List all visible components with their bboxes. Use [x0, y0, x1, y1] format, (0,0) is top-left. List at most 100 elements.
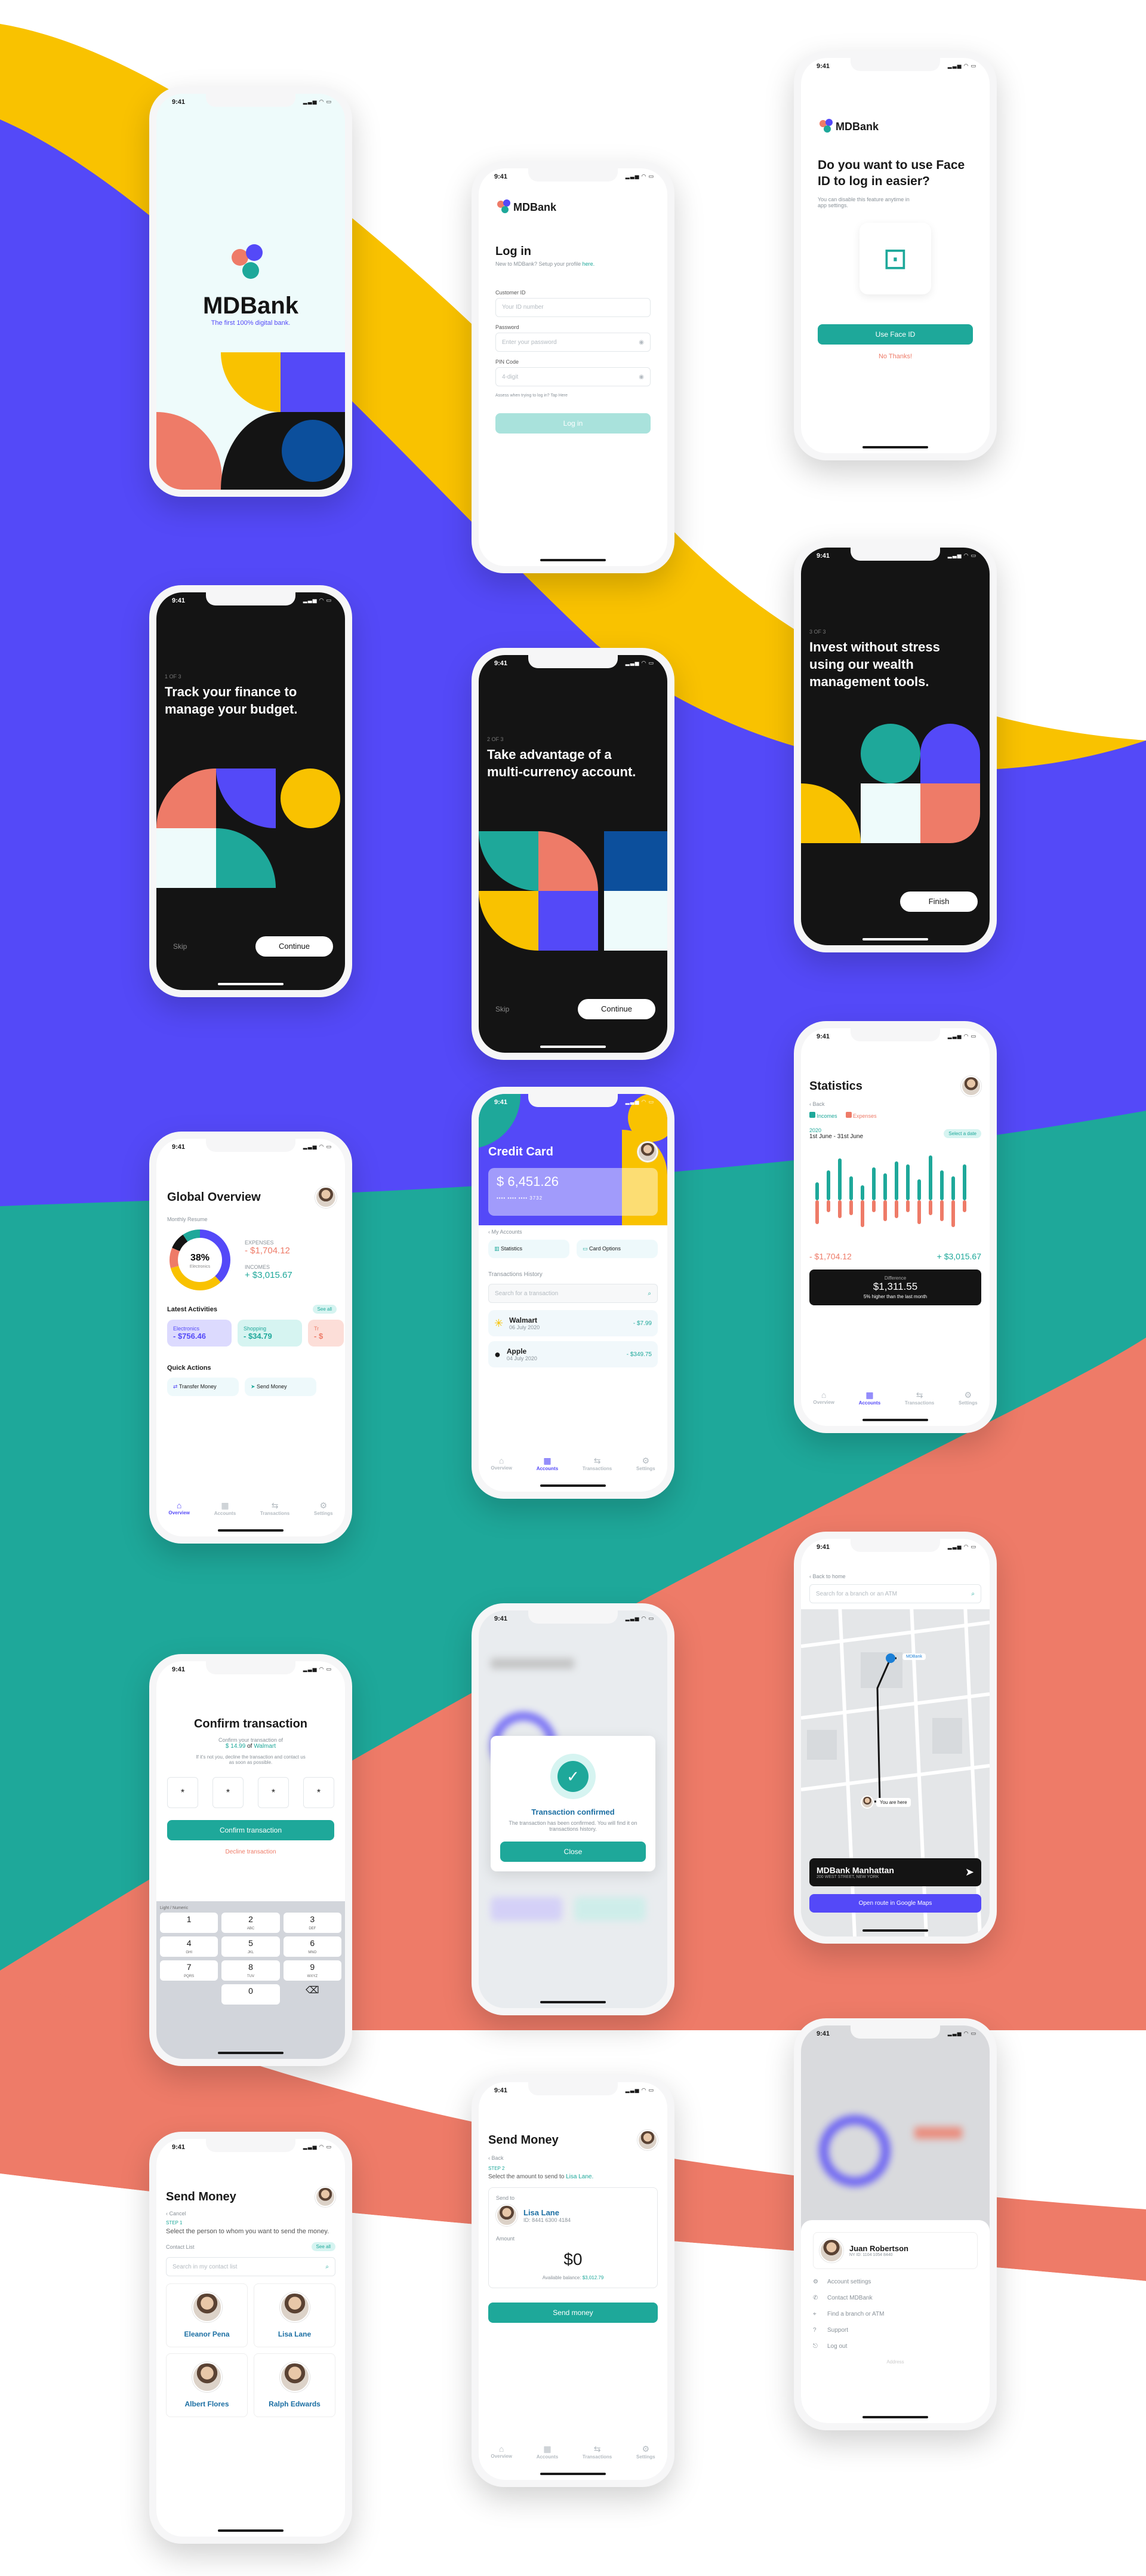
- skip-button[interactable]: Skip: [173, 942, 187, 951]
- activity-card[interactable]: Tr - $: [308, 1320, 344, 1347]
- card-options-button[interactable]: ▭ Card Options: [577, 1240, 658, 1258]
- password-field[interactable]: Enter your password ◉: [495, 333, 651, 352]
- see-all-button[interactable]: See all: [312, 1305, 337, 1314]
- back-link[interactable]: ‹ My Accounts: [488, 1229, 658, 1235]
- avatar[interactable]: [637, 2130, 658, 2150]
- menu-account-settings[interactable]: ⚙ Account settings: [813, 2279, 978, 2285]
- transfer-money-button[interactable]: ⇄ Transfer Money: [167, 1378, 239, 1396]
- tab-accounts[interactable]: ▦ Accounts: [214, 1501, 236, 1524]
- pin-digit[interactable]: *: [303, 1777, 334, 1808]
- tab-transactions[interactable]: ⇆ Transactions: [583, 1456, 612, 1480]
- activity-card[interactable]: Shopping - $34.79: [238, 1320, 302, 1347]
- see-all-button[interactable]: See all: [311, 2242, 335, 2251]
- key-5[interactable]: 5 JKL: [221, 1936, 280, 1957]
- pin-digit[interactable]: *: [167, 1777, 198, 1808]
- branch-search[interactable]: Search for a branch or an ATM ⌕: [809, 1584, 981, 1603]
- profile-card[interactable]: Juan Robertson NY ID: 1104 1054 8440: [813, 2232, 978, 2269]
- signup-link[interactable]: here.: [583, 261, 595, 267]
- contact-card[interactable]: Eleanor Pena: [166, 2283, 248, 2347]
- avatar[interactable]: [315, 1186, 337, 1208]
- tab-transactions[interactable]: ⇆ Transactions: [260, 1501, 289, 1524]
- key-0[interactable]: 0: [221, 1984, 280, 2005]
- tab-overview[interactable]: ⌂ Overview: [491, 2444, 512, 2468]
- backspace-icon[interactable]: ⌫: [284, 1984, 341, 2005]
- pin-digit[interactable]: *: [258, 1777, 289, 1808]
- expenses-label: EXPENSES: [245, 1240, 274, 1246]
- contact-card[interactable]: Lisa Lane: [254, 2283, 335, 2347]
- back-link[interactable]: ‹ Back: [809, 1101, 981, 1107]
- tab-transactions[interactable]: ⇆ Transactions: [905, 1390, 934, 1414]
- key-7[interactable]: 7 PQRS: [160, 1960, 218, 1981]
- legend-expenses[interactable]: Expenses: [845, 1112, 877, 1119]
- branch-card[interactable]: MDBank Manhattan 200 WEST STREET, NEW YOR…: [809, 1858, 981, 1886]
- continue-button[interactable]: Continue: [255, 936, 333, 957]
- tab-accounts[interactable]: ▦ Accounts: [859, 1390, 880, 1414]
- tab-settings[interactable]: ⚙ Settings: [636, 1456, 655, 1480]
- tab-accounts[interactable]: ▦ Accounts: [537, 1456, 558, 1480]
- help-link[interactable]: Assess when trying to log in? Tap Here: [495, 394, 651, 398]
- expense-bar: [872, 1200, 876, 1212]
- menu-logout[interactable]: ⎋ Log out: [813, 2343, 978, 2350]
- credit-card[interactable]: $ 6,451.26 •••• •••• •••• 3732: [488, 1168, 658, 1216]
- menu-contact[interactable]: ✆ Contact MDBank: [813, 2295, 978, 2301]
- key-8[interactable]: 8 TUV: [221, 1960, 280, 1981]
- amount-input[interactable]: $0: [496, 2250, 650, 2269]
- tab-accounts[interactable]: ▦ Accounts: [537, 2444, 558, 2468]
- tab-settings[interactable]: ⚙ Settings: [636, 2444, 655, 2468]
- eye-icon[interactable]: ◉: [639, 339, 644, 346]
- close-button[interactable]: Close: [500, 1842, 646, 1862]
- transaction-search[interactable]: Search for a transaction ⌕: [488, 1284, 658, 1303]
- key-3[interactable]: 3 DEF: [283, 1913, 341, 1933]
- send-money-button[interactable]: Send money: [488, 2303, 658, 2323]
- phone-icon: ✆: [813, 2295, 818, 2301]
- activity-card[interactable]: Electronics - $756.46: [167, 1320, 232, 1347]
- phone-send-money-step1: 9:41 ▂▃▅ ◠ ▭ Send Money ‹ Cancel STEP 1 S…: [149, 2132, 352, 2544]
- tab-settings[interactable]: ⚙ Settings: [959, 1390, 978, 1414]
- navigate-icon[interactable]: ➤: [965, 1866, 974, 1879]
- key-6[interactable]: 6 MNO: [283, 1936, 341, 1957]
- back-link[interactable]: ‹ Back to home: [809, 1573, 981, 1579]
- key-2[interactable]: 2 ABC: [221, 1913, 280, 1933]
- pin-digit[interactable]: *: [212, 1777, 244, 1808]
- menu-support[interactable]: ? Support: [813, 2327, 978, 2334]
- transaction-row[interactable]: ✳ Walmart 06 July 2020- $7.99: [488, 1310, 658, 1336]
- customer-id-field[interactable]: Your ID number: [495, 298, 651, 317]
- finish-button[interactable]: Finish: [900, 892, 978, 912]
- use-face-id-button[interactable]: Use Face ID: [818, 324, 973, 345]
- skip-button[interactable]: Skip: [495, 1005, 509, 1013]
- statistics-button[interactable]: ▥ Statistics: [488, 1240, 569, 1258]
- back-link[interactable]: ‹ Back: [488, 2155, 658, 2161]
- avatar[interactable]: [637, 1142, 658, 1162]
- menu-find-branch[interactable]: ⌖ Find a branch or ATM: [813, 2311, 978, 2317]
- tab-overview[interactable]: ⌂ Overview: [813, 1390, 834, 1414]
- pin-field[interactable]: 4-digit ◉: [495, 367, 651, 386]
- contact-card[interactable]: Ralph Edwards: [254, 2353, 335, 2417]
- step-indicator: STEP 1: [166, 2220, 183, 2225]
- continue-button[interactable]: Continue: [578, 999, 655, 1019]
- avatar[interactable]: [315, 2187, 335, 2207]
- login-button[interactable]: Log in: [495, 413, 651, 434]
- confirm-transaction-button[interactable]: Confirm transaction: [167, 1820, 334, 1840]
- decline-transaction-link[interactable]: Decline transaction: [167, 1849, 334, 1855]
- key-9[interactable]: 9 WXYZ: [283, 1960, 341, 1981]
- legend-incomes[interactable]: Incomes: [809, 1112, 837, 1119]
- eye-icon[interactable]: ◉: [639, 374, 644, 380]
- avatar[interactable]: [961, 1076, 981, 1096]
- tab-overview[interactable]: ⌂ Overview: [168, 1501, 190, 1524]
- tab-overview[interactable]: ⌂ Overview: [491, 1456, 512, 1480]
- transaction-row[interactable]: ● Apple 04 July 2020- $349.75: [488, 1341, 658, 1367]
- key-1[interactable]: 1: [160, 1913, 218, 1933]
- send-money-button[interactable]: ➤ Send Money: [245, 1378, 316, 1396]
- select-date-button[interactable]: Select a date: [944, 1129, 981, 1138]
- income-bar: [940, 1170, 944, 1200]
- brand-name: MDBank: [202, 293, 299, 319]
- confirmation-modal: ✓ Transaction confirmed The transaction …: [491, 1736, 655, 1871]
- cancel-link[interactable]: ‹ Cancel: [166, 2211, 335, 2217]
- no-thanks-link[interactable]: No Thanks!: [818, 353, 973, 360]
- tab-transactions[interactable]: ⇆ Transactions: [583, 2444, 612, 2468]
- open-google-maps-button[interactable]: Open route in Google Maps: [809, 1894, 981, 1913]
- tab-settings[interactable]: ⚙ Settings: [314, 1501, 333, 1524]
- contact-card[interactable]: Albert Flores: [166, 2353, 248, 2417]
- contact-search[interactable]: Search in my contact list ⌕: [166, 2257, 335, 2276]
- key-4[interactable]: 4 GHI: [160, 1936, 218, 1957]
